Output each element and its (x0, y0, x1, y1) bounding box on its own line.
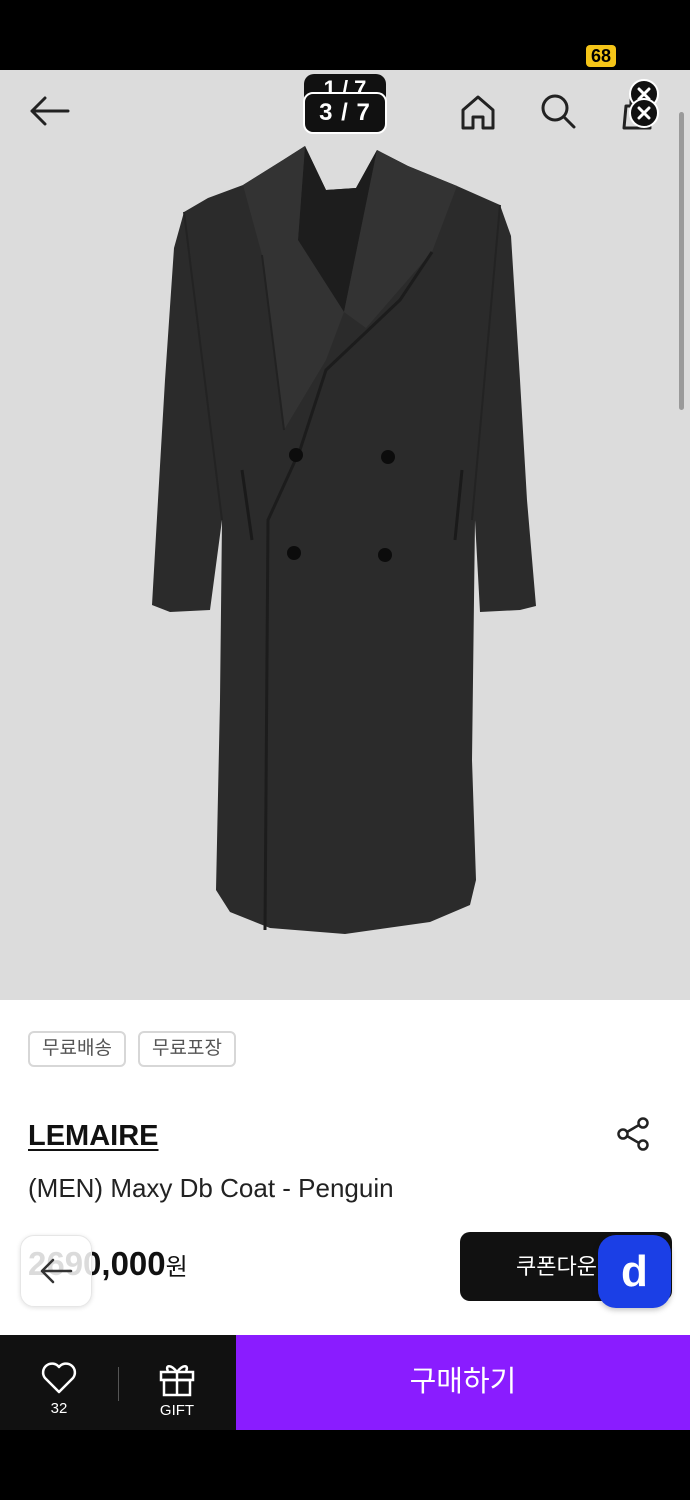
image-counter: 3 / 7 (303, 92, 387, 134)
heart-icon (41, 1362, 77, 1394)
floating-back-button[interactable] (20, 1235, 92, 1307)
bottom-action-bar: 32 GIFT 구매하기 (0, 1335, 690, 1430)
brand-link[interactable]: LEMAIRE (28, 1120, 159, 1153)
back-arrow-icon (30, 96, 70, 126)
page-scrollbar[interactable] (679, 112, 684, 410)
product-title: (MEN) Maxy Db Coat - Penguin (28, 1173, 394, 1203)
back-arrow-icon (40, 1258, 73, 1284)
home-button[interactable] (456, 89, 500, 135)
d-badge-letter: d (621, 1246, 648, 1296)
home-icon (461, 95, 495, 130)
price-currency: 원 (165, 1254, 188, 1281)
close-icon (637, 106, 651, 120)
free-wrapping-tag: 무료포장 (138, 1031, 236, 1067)
search-icon (541, 94, 576, 129)
d-app-badge[interactable]: d (598, 1235, 671, 1308)
system-navigation-bar (0, 1430, 690, 1500)
search-button[interactable] (535, 88, 581, 134)
share-icon (617, 1117, 649, 1151)
like-count: 32 (50, 1400, 68, 1417)
gift-label: GIFT (159, 1402, 195, 1419)
free-shipping-tag: 무료배송 (28, 1031, 126, 1067)
product-image-gallery[interactable] (0, 70, 690, 1000)
like-button[interactable]: 32 (0, 1335, 118, 1430)
buy-button[interactable]: 구매하기 (236, 1335, 690, 1430)
battery-badge: 68 (586, 45, 616, 67)
gift-button[interactable]: GIFT (119, 1335, 235, 1430)
gift-icon (159, 1365, 195, 1397)
close-overlay-button[interactable] (629, 98, 659, 128)
share-button[interactable] (612, 1114, 654, 1154)
coat-image (152, 146, 536, 934)
status-bar: 68 (0, 0, 690, 70)
back-button[interactable] (24, 88, 74, 134)
